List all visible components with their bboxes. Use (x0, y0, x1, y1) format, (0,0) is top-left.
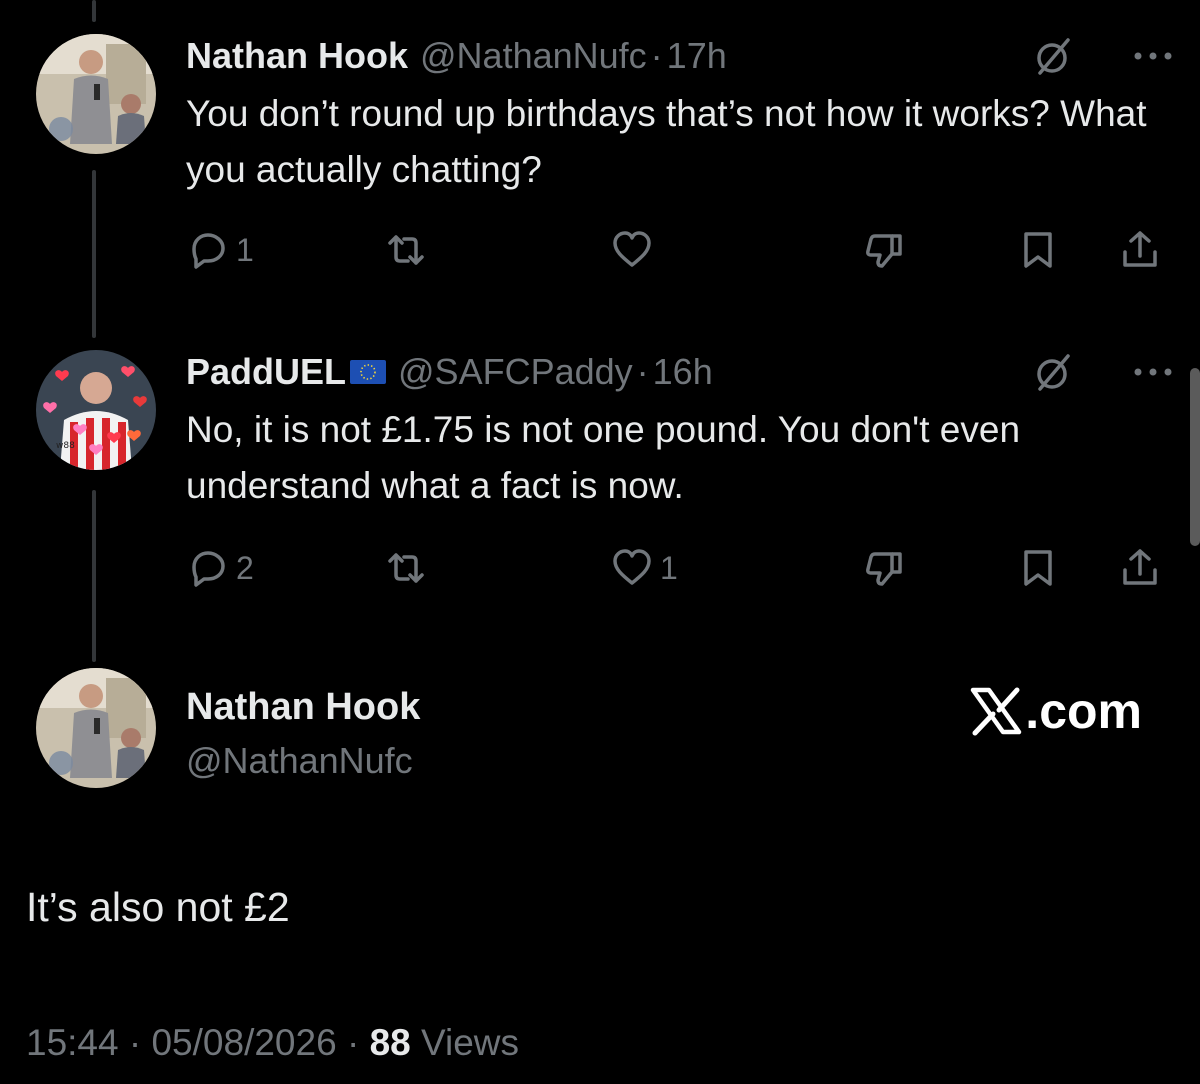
views-label: Views (421, 1022, 520, 1063)
reply-count: 2 (236, 549, 254, 586)
bookmark-button[interactable] (1016, 546, 1060, 590)
tweet-text: You don’t round up birthdays that’s not … (186, 93, 1147, 190)
bookmark-icon (1024, 550, 1052, 586)
tweet-header: Nathan Hook @NathanNufc · 17h (186, 34, 1176, 78)
thread-line-1 (92, 170, 96, 338)
tweet-text: No, it is not £1.75 is not one pound. Yo… (186, 409, 1021, 506)
svg-text:w88: w88 (56, 441, 75, 451)
thread-line-2 (92, 490, 96, 662)
thumbs-down-icon (866, 552, 902, 586)
share-button[interactable] (1118, 228, 1162, 272)
reply-icon (192, 551, 225, 587)
bookmark-button[interactable] (1016, 228, 1060, 272)
reply-tweet-1[interactable]: Nathan Hook @NathanNufc · 17h You don’t … (186, 34, 1176, 269)
post-date[interactable]: 05/08/2026 (151, 1022, 336, 1063)
share-icon (1123, 549, 1157, 585)
main-tweet-text: It’s also not £2 (26, 884, 290, 930)
meta-separator: · (346, 1022, 360, 1063)
timestamp[interactable]: 16h (653, 351, 713, 393)
tweet-meta: 15:44 · 05/08/2026 · 88 Views (26, 1022, 519, 1064)
eu-flag-icon (350, 360, 387, 384)
timestamp[interactable]: 17h (667, 35, 727, 77)
tweet-header: PaddUEL @SAFCPaddy · 16h (186, 350, 1176, 394)
more-icon[interactable] (1130, 34, 1176, 78)
like-count: 1 (660, 549, 678, 586)
downvote-button[interactable] (862, 546, 906, 590)
like-button[interactable]: 1 (610, 546, 678, 590)
downvote-button[interactable] (862, 228, 906, 272)
retweet-button[interactable] (384, 228, 434, 272)
display-name[interactable]: Nathan Hook (186, 35, 408, 77)
separator: · (650, 35, 663, 76)
grok-icon[interactable] (1034, 34, 1074, 78)
x-com-watermark: .com (969, 682, 1142, 740)
retweet-icon (388, 235, 424, 265)
thread-line-top (92, 0, 96, 22)
avatar[interactable] (36, 668, 156, 788)
x-logo-icon (971, 687, 1022, 736)
main-display-name[interactable]: Nathan Hook (186, 686, 420, 729)
bookmark-icon (1024, 232, 1052, 268)
thumbs-down-icon (866, 234, 902, 268)
retweet-icon (388, 553, 424, 583)
reply-icon (192, 233, 225, 269)
handle[interactable]: @SAFCPaddy (398, 351, 633, 393)
like-button[interactable] (610, 228, 660, 272)
retweet-button[interactable] (384, 546, 434, 590)
more-icon[interactable] (1130, 350, 1176, 394)
handle[interactable]: @NathanNufc (420, 35, 647, 77)
views-count: 88 (369, 1022, 411, 1063)
heart-icon (613, 549, 651, 585)
reply-button[interactable]: 2 (186, 546, 254, 590)
post-time[interactable]: 15:44 (26, 1022, 119, 1063)
meta-separator: · (128, 1022, 142, 1063)
grok-icon[interactable] (1034, 350, 1074, 394)
reply-count: 1 (236, 231, 254, 268)
avatar[interactable] (36, 34, 156, 154)
scrollbar[interactable] (1190, 368, 1200, 546)
share-button[interactable] (1118, 546, 1162, 590)
watermark-suffix: .com (1025, 683, 1142, 739)
main-handle[interactable]: @NathanNufc (186, 740, 413, 782)
avatar[interactable]: w88 (36, 350, 156, 470)
separator: · (636, 351, 649, 392)
reply-tweet-2[interactable]: PaddUEL @SAFCPaddy · 16h No, it is not £… (186, 350, 1176, 587)
reply-button[interactable]: 1 (186, 228, 254, 272)
display-name[interactable]: PaddUEL (186, 351, 346, 393)
heart-icon (613, 231, 651, 267)
share-icon (1123, 231, 1157, 267)
action-bar: 1 (186, 228, 1176, 272)
action-bar: 2 1 (186, 546, 1176, 590)
